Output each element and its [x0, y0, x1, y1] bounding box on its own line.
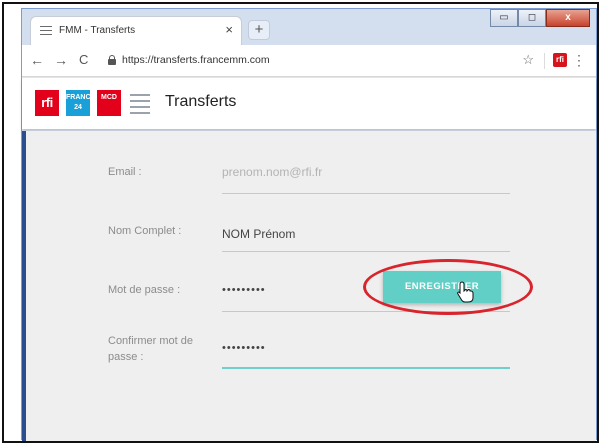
password-label: Mot de passe : [108, 284, 181, 296]
url-text[interactable]: https://transferts.francemm.com [122, 54, 270, 66]
fullname-label: Nom Complet : [108, 225, 182, 237]
password-field[interactable]: ••••••••• [222, 284, 266, 296]
new-tab-button[interactable]: + [248, 20, 270, 40]
window-controls: ▭ ◻ x [490, 9, 590, 27]
france24-logo: FRANCE 24 [66, 90, 95, 116]
fmm-logo [128, 90, 152, 116]
confirm-password-label: Confirmer mot de passe : [108, 335, 193, 363]
rfi-extension-icon[interactable]: rfi [553, 53, 567, 67]
url-omnibox[interactable]: https://transferts.francemm.com ☆ [108, 50, 534, 72]
hand-cursor-icon [457, 281, 474, 303]
fullname-field[interactable]: NOM Prénom [222, 227, 295, 241]
toolbar-divider [544, 53, 545, 69]
menu-kebab-icon[interactable]: ⋮ [572, 52, 586, 68]
app-header: rfi FRANCE 24 MCD Transferts [22, 78, 596, 129]
fullname-underline [222, 251, 510, 252]
page-title: Transferts [165, 93, 237, 110]
email-underline [222, 193, 510, 194]
rfi-logo: rfi [35, 90, 59, 116]
address-bar: ← → C https://transferts.francemm.com ☆ … [22, 45, 596, 77]
tab-title: FMM - Transferts [59, 25, 136, 36]
browser-tab[interactable]: FMM - Transferts × [30, 16, 242, 46]
bookmark-star-icon[interactable]: ☆ [522, 52, 534, 68]
browser-window: FMM - Transferts × + ▭ ◻ x ← → C https:/… [21, 8, 597, 441]
email-field[interactable]: prenom.nom@rfi.fr [222, 165, 322, 179]
tab-strip: FMM - Transferts × + ▭ ◻ x [22, 9, 596, 46]
left-edge-accent [22, 131, 26, 441]
tab-close-icon[interactable]: × [225, 23, 233, 37]
lock-icon [108, 55, 116, 65]
forward-arrow-icon[interactable]: → [54, 52, 68, 68]
confirm-password-field[interactable]: ••••••••• [222, 342, 266, 354]
minimize-button[interactable]: ▭ [490, 9, 518, 27]
back-arrow-icon[interactable]: ← [30, 52, 44, 68]
close-window-button[interactable]: x [546, 9, 590, 27]
confirm-password-underline [222, 367, 510, 369]
reload-icon[interactable]: C [79, 52, 88, 68]
maximize-button[interactable]: ◻ [518, 9, 546, 27]
mcd-logo: MCD [97, 90, 121, 116]
email-label: Email : [108, 166, 142, 178]
highlight-ring [363, 259, 533, 315]
page-icon [40, 26, 52, 36]
